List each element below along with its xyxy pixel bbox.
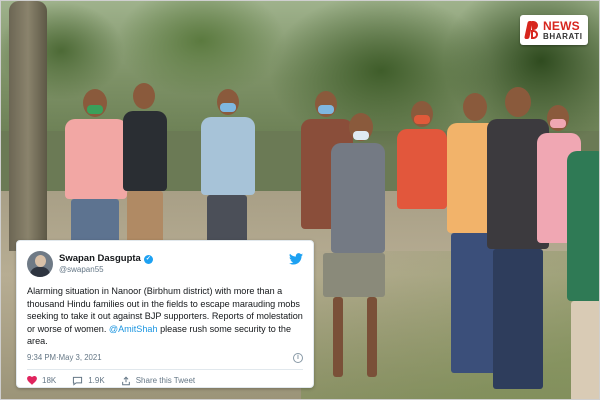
divider xyxy=(27,368,303,370)
tweet-date[interactable]: May 3, 2021 xyxy=(59,353,102,362)
info-icon[interactable]: i xyxy=(293,352,303,363)
tweet-actions: 18K 1.9K Share this Tweet xyxy=(27,376,303,386)
reply-button[interactable]: 1.9K xyxy=(72,376,105,386)
tweet-header: Swapan Dasgupta ✓ @swapan55 xyxy=(27,249,303,279)
embedded-tweet-card[interactable]: Swapan Dasgupta ✓ @swapan55 Alarming sit… xyxy=(16,240,314,388)
share-icon xyxy=(121,376,130,386)
person-figure xyxy=(323,113,393,391)
logo-bharati-text: BHARATI xyxy=(543,31,583,41)
person-figure xyxy=(197,89,259,249)
comment-icon xyxy=(73,376,83,386)
like-count: 18K xyxy=(42,376,57,386)
share-button[interactable]: Share this Tweet xyxy=(121,376,195,386)
tweet-timestamp[interactable]: 9:34 PM · May 3, 2021 i xyxy=(27,352,303,364)
news-image-frame: NEWS BHARATI Swapan Dasgupta ✓ @swapan55… xyxy=(0,0,600,400)
twitter-bird-icon[interactable] xyxy=(289,253,303,265)
tweet-text: Alarming situation in Nanoor (Birbhum di… xyxy=(27,285,303,348)
reply-count: 1.9K xyxy=(88,376,105,386)
mention-link[interactable]: @AmitShah xyxy=(109,324,158,334)
heart-icon xyxy=(27,376,37,386)
tweet-time[interactable]: 9:34 PM xyxy=(27,353,56,362)
news-bharati-logo: NEWS BHARATI xyxy=(520,15,588,45)
tree-trunk xyxy=(9,1,47,251)
like-button[interactable]: 18K xyxy=(27,376,56,385)
author-handle[interactable]: @swapan55 xyxy=(59,265,153,274)
person-figure xyxy=(123,83,167,243)
share-label: Share this Tweet xyxy=(135,376,196,386)
person-figure xyxy=(61,89,131,249)
logo-news-text: NEWS xyxy=(543,18,580,33)
verified-badge-icon: ✓ xyxy=(143,254,153,264)
person-figure xyxy=(397,101,447,301)
logo-mark-icon xyxy=(524,19,540,41)
author-name[interactable]: Swapan Dasgupta xyxy=(59,253,141,265)
person-figure xyxy=(567,151,599,399)
avatar[interactable] xyxy=(27,251,53,277)
